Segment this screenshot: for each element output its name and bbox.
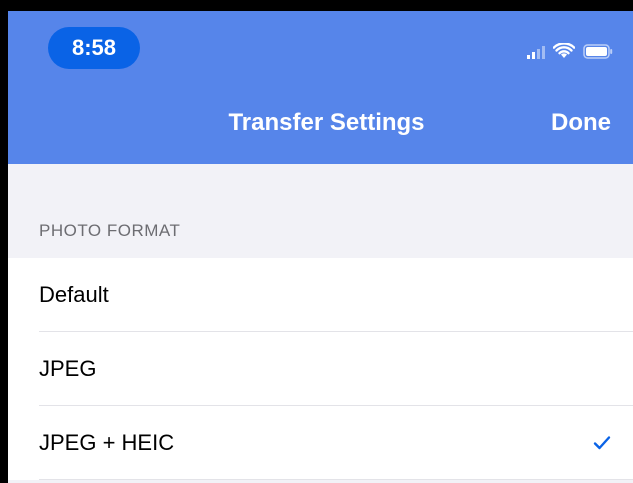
navigation-bar: 8:58 Transfer Settings Done xyxy=(8,11,633,164)
row-separator xyxy=(39,479,633,480)
page-title: Transfer Settings xyxy=(228,109,425,136)
wifi-icon xyxy=(553,43,575,58)
option-label: JPEG xyxy=(39,356,97,381)
option-jpeg[interactable]: JPEG xyxy=(8,332,633,406)
status-icons xyxy=(527,37,613,59)
option-jpeg-heic[interactable]: JPEG + HEIC xyxy=(8,406,633,480)
checkmark-icon xyxy=(593,436,611,450)
option-label: Default xyxy=(39,282,109,307)
screen: 8:58 Transfer Settings Done PHOTO FORMAT… xyxy=(8,11,633,483)
status-time[interactable]: 8:58 xyxy=(48,27,140,69)
option-default[interactable]: Default xyxy=(8,258,633,332)
cellular-signal-icon xyxy=(527,45,545,59)
photo-format-list: Default JPEG JPEG + HEIC xyxy=(8,258,633,480)
done-button[interactable]: Done xyxy=(551,109,611,137)
section-header-photo-format: PHOTO FORMAT xyxy=(39,221,181,240)
option-label: JPEG + HEIC xyxy=(39,430,175,455)
battery-icon xyxy=(583,44,613,59)
